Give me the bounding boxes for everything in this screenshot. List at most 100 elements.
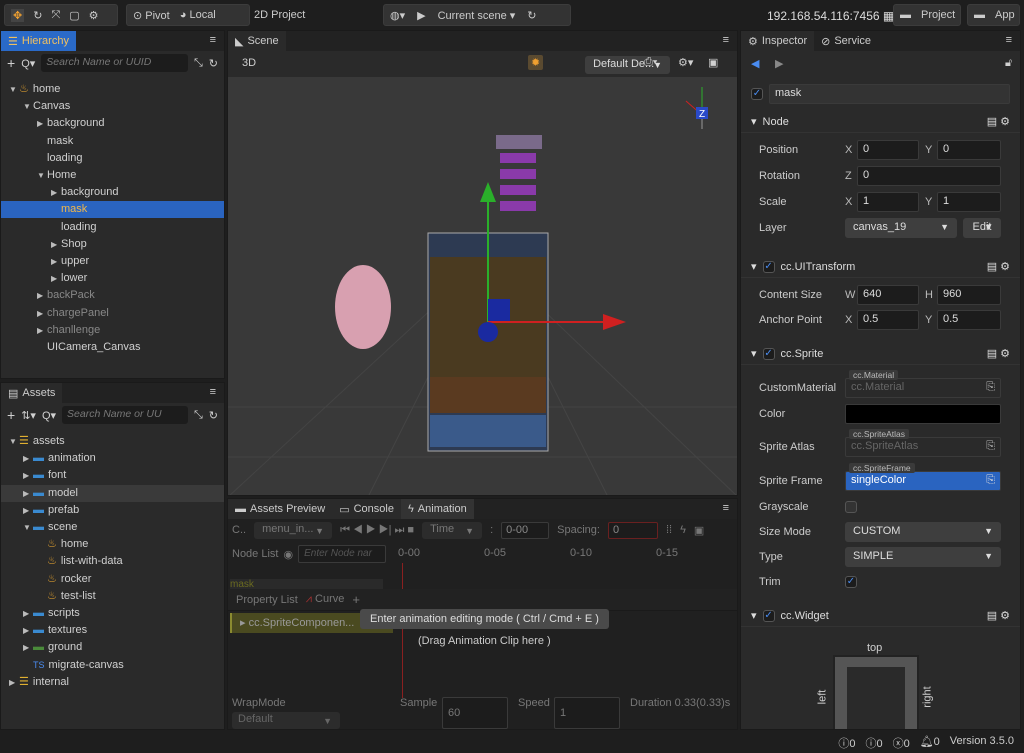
spacing-input[interactable]: 0	[607, 521, 658, 539]
orientation-gizmo[interactable]	[685, 87, 708, 129]
time-input[interactable]: 0-00	[501, 521, 550, 539]
expand-arrow-icon[interactable]: ▶	[23, 450, 33, 467]
scene-select[interactable]: Current scene ▾	[438, 9, 516, 22]
pivot-button[interactable]: ⊙ Pivot	[133, 9, 170, 22]
menu-icon[interactable]: ≡	[210, 34, 216, 46]
play-icon[interactable]: ▶	[417, 9, 425, 22]
menu-icon[interactable]: ≡	[1006, 34, 1012, 46]
refresh-icon[interactable]: ↻	[527, 9, 536, 22]
position-x-input[interactable]: 0	[857, 140, 919, 160]
playback-controls[interactable]: ⏮ ◀ ▶ ▶| ⏭ ■	[340, 524, 414, 537]
tree-item[interactable]: ▶ backPack	[1, 287, 224, 304]
add-property-icon[interactable]: +	[352, 592, 360, 607]
tree-item[interactable]: ▶ background	[1, 184, 224, 201]
add-icon[interactable]: +	[7, 55, 15, 71]
assets-search-input[interactable]: Search Name or UU	[62, 406, 188, 424]
tree-item[interactable]: ▼ ▬ scene	[1, 519, 224, 536]
gear-tool-icon[interactable]: ⚙	[89, 9, 99, 22]
expand-arrow-icon[interactable]: ▶	[23, 639, 33, 656]
tree-item[interactable]: ▶ ▬ textures	[1, 622, 224, 639]
tree-item[interactable]: ▶ chargePanel	[1, 305, 224, 322]
rect-tool-icon[interactable]: ▢	[69, 9, 79, 22]
scene-viewport[interactable]: Z	[228, 77, 737, 495]
event-icon[interactable]: ϟ	[680, 524, 686, 536]
rotation-z-input[interactable]: 0	[857, 166, 1001, 186]
component-enabled-checkbox[interactable]: ✓	[762, 609, 775, 622]
tree-item[interactable]: ▶ chanllenge	[1, 322, 224, 339]
node-name-input[interactable]: mask	[769, 84, 1010, 104]
anchor-y-input[interactable]: 0.5	[937, 310, 1001, 330]
expand-arrow-icon[interactable]: ▶	[51, 253, 61, 270]
collapse-icon[interactable]: ⤡	[194, 409, 203, 422]
grid-icon[interactable]: ⁞⁞	[666, 524, 672, 536]
expand-arrow-icon[interactable]: ▼	[9, 433, 19, 450]
anchor-x-input[interactable]: 0.5	[857, 310, 919, 330]
expand-arrow-icon[interactable]: ▶	[51, 270, 61, 287]
widget-header[interactable]: ▾ ✓ cc.Widget ▤ ⚙	[741, 605, 1020, 627]
tree-item[interactable]: loading	[1, 219, 224, 236]
expand-arrow-icon[interactable]: ▶	[37, 322, 47, 339]
scale-y-input[interactable]: 1	[937, 192, 1001, 212]
expand-arrow-icon[interactable]: ▶	[37, 287, 47, 304]
tree-item[interactable]: ▶ ▬ scripts	[1, 605, 224, 622]
timeline-ruler[interactable]: 0-00 0-05 0-10 0-15	[398, 547, 737, 561]
tree-item[interactable]: ▶ ▬ animation	[1, 450, 224, 467]
expand-arrow-icon[interactable]: ▶	[23, 622, 33, 639]
pick-icon[interactable]: ⎘	[986, 381, 995, 394]
tree-item[interactable]: ▶ ▬ ground	[1, 639, 224, 656]
doc-and-gear-icons[interactable]: ▤ ⚙	[987, 260, 1010, 273]
atlas-field[interactable]: cc.SpriteAtlas cc.SpriteAtlas ⎘	[845, 429, 1001, 457]
tree-item[interactable]: ♨ list-with-data	[1, 553, 224, 570]
tree-item[interactable]: ▶ ☰ internal	[1, 674, 224, 691]
sort-icon[interactable]: ⇅▾	[21, 409, 36, 422]
forward-icon[interactable]: ▶	[775, 57, 783, 70]
doc-and-gear-icons[interactable]: ▤ ⚙	[987, 347, 1010, 360]
notification-count[interactable]: 🔔︎0	[920, 735, 940, 751]
tree-item[interactable]: ▶ ▬ font	[1, 467, 224, 484]
playhead[interactable]	[402, 563, 403, 698]
expand-arrow-icon[interactable]: ▼	[23, 519, 33, 536]
light-icon[interactable]: ✹	[528, 55, 544, 70]
tree-item[interactable]: UICamera_Canvas	[1, 339, 224, 356]
collapse-icon[interactable]: ⤡	[194, 57, 203, 70]
curve-button[interactable]: ⩘ Curve	[306, 593, 345, 606]
app-button[interactable]: ▬ App	[967, 4, 1020, 26]
globe-icon[interactable]: ◍▾	[390, 9, 405, 22]
sprite-header[interactable]: ▾ ✓ cc.Sprite ▤ ⚙	[741, 343, 1020, 365]
menu-icon[interactable]: ≡	[210, 386, 216, 398]
tree-item[interactable]: ▼ ☰ assets	[1, 433, 224, 450]
tab-animation[interactable]: ϟ Animation	[400, 499, 474, 519]
tab-scene[interactable]: ◣ Scene	[228, 31, 286, 51]
uitransform-header[interactable]: ▾ ✓ cc.UITransform ▤ ⚙	[741, 256, 1020, 278]
refresh-icon[interactable]: ↻	[209, 57, 218, 70]
align-icon[interactable]: ▣	[708, 56, 718, 69]
widget-diagram[interactable]	[833, 655, 919, 729]
material-field[interactable]: cc.Material cc.Material ⎘	[845, 370, 1001, 398]
tab-inspector[interactable]: ⚙ Inspector	[741, 31, 815, 51]
width-input[interactable]: 640	[857, 285, 919, 305]
doc-and-gear-icons[interactable]: ▤ ⚙	[987, 609, 1010, 622]
height-input[interactable]: 960	[937, 285, 1001, 305]
scale-x-input[interactable]: 1	[857, 192, 919, 212]
trim-checkbox[interactable]: ✓	[845, 576, 857, 588]
component-enabled-checkbox[interactable]: ✓	[762, 347, 775, 360]
expand-arrow-icon[interactable]: ▼	[23, 98, 33, 115]
tree-item[interactable]: ▶ ▬ prefab	[1, 502, 224, 519]
tree-item[interactable]: ♨ rocker	[1, 571, 224, 588]
tab-hierarchy[interactable]: ☰ Hierarchy	[1, 31, 76, 51]
tree-item[interactable]: TS migrate-canvas	[1, 657, 224, 674]
scale-tool-icon[interactable]: ⤧	[51, 9, 60, 22]
position-y-input[interactable]: 0	[937, 140, 1001, 160]
gear-icon[interactable]: ⚙▾	[678, 56, 693, 69]
doc-and-gear-icons[interactable]: ▤ ⚙	[987, 115, 1010, 128]
size-mode-select[interactable]: CUSTOM	[845, 522, 1001, 542]
tree-item[interactable]: ♨ test-list	[1, 588, 224, 605]
wrapmode-select[interactable]: Default	[232, 712, 340, 729]
rotate-tool-icon[interactable]: ↻	[33, 9, 42, 22]
expand-arrow-icon[interactable]: ▶	[23, 467, 33, 484]
tab-assets-preview[interactable]: ▬ Assets Preview	[228, 499, 333, 519]
tab-console[interactable]: ▭ Console	[332, 499, 401, 519]
tree-item[interactable]: ▶ lower	[1, 270, 224, 287]
component-enabled-checkbox[interactable]: ✓	[762, 260, 775, 273]
type-select[interactable]: SIMPLE	[845, 547, 1001, 567]
